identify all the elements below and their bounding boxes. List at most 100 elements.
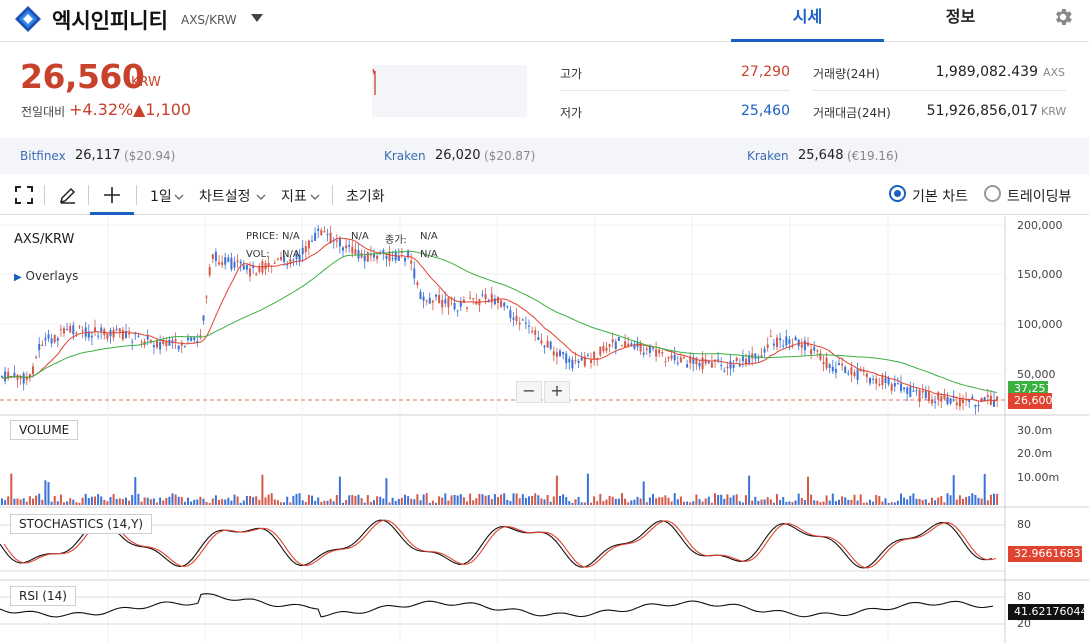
candle-body <box>652 347 654 349</box>
volume-bar <box>993 493 995 505</box>
candle-body <box>41 344 44 346</box>
candle-body <box>515 315 518 322</box>
candle-body <box>962 399 964 404</box>
candle-body <box>121 329 124 340</box>
candle-body <box>906 387 909 394</box>
chevron-down-icon <box>310 194 320 200</box>
chart-canvas[interactable] <box>0 216 1089 643</box>
candle-body <box>912 390 915 392</box>
volume-bar <box>679 496 682 505</box>
candle-body <box>710 362 713 368</box>
volume-bar <box>487 495 490 505</box>
volume-bar <box>227 497 230 505</box>
exchange-name[interactable]: Bitfinex <box>20 149 66 163</box>
candle-body <box>552 351 555 356</box>
basic-chart-radio[interactable] <box>889 185 906 202</box>
candle-body <box>958 397 961 407</box>
volume-bar <box>143 497 146 505</box>
gear-icon[interactable] <box>1052 6 1074 28</box>
candle-body <box>921 390 924 393</box>
zoom-in-button[interactable]: + <box>544 381 570 403</box>
fullscreen-icon[interactable] <box>14 185 34 205</box>
basic-chart-label[interactable]: 기본 차트 <box>912 186 968 206</box>
volume-bar <box>236 496 239 505</box>
reset-button[interactable]: 초기화 <box>346 186 385 206</box>
interval-select[interactable]: 1일 <box>150 186 172 206</box>
crosshair-icon[interactable] <box>102 185 122 205</box>
volume-bar <box>66 501 69 505</box>
volume-bar <box>735 494 738 505</box>
volume-bar <box>617 498 620 505</box>
tab-info[interactable]: 정보 <box>884 0 1037 42</box>
volume-bar <box>4 500 7 505</box>
volume-bar <box>125 497 127 505</box>
candle-body <box>351 246 354 254</box>
change-amount: ▲1,100 <box>133 100 192 119</box>
chart-settings-menu[interactable]: 차트설정 <box>199 186 251 206</box>
pencil-icon[interactable] <box>58 185 78 205</box>
volume-bar <box>478 493 481 505</box>
candle-body <box>900 383 902 392</box>
volume-bar <box>661 497 664 505</box>
volume-bar <box>202 498 205 505</box>
candle-body <box>779 338 782 341</box>
volume-bar <box>431 500 434 505</box>
rsi-panel-label: RSI (14) <box>10 586 76 606</box>
volume-bar <box>621 493 623 505</box>
caret-down-icon[interactable] <box>250 13 264 23</box>
volume-bar <box>776 494 778 505</box>
volume-bar <box>388 502 391 505</box>
volume-bar <box>304 502 307 505</box>
volume-bar <box>338 476 341 505</box>
candle-body <box>174 339 177 342</box>
volume-bar <box>239 502 242 505</box>
tradingview-label[interactable]: 트레이딩뷰 <box>1007 186 1071 206</box>
volume-bar <box>989 494 992 505</box>
candle-body <box>202 315 205 321</box>
volume-bar <box>751 500 754 505</box>
volume-bar <box>329 498 332 505</box>
indicators-menu[interactable]: 지표 <box>281 186 307 206</box>
candle-body <box>428 297 431 304</box>
candle-body <box>50 338 53 344</box>
low-value: 25,460 <box>741 103 790 119</box>
current-price: 26,560 <box>20 57 145 96</box>
coin-name[interactable]: 엑시인피니티 <box>52 5 168 35</box>
candle-body <box>751 353 754 359</box>
tab-price[interactable]: 시세 <box>731 0 884 42</box>
exchange-name[interactable]: Kraken <box>384 149 426 163</box>
volume-bar <box>450 495 453 505</box>
volume-bar <box>524 498 527 505</box>
volume-bar <box>590 502 592 505</box>
exchange-name[interactable]: Kraken <box>747 149 789 163</box>
tradingview-radio[interactable] <box>984 185 1001 202</box>
candle-body <box>354 249 357 254</box>
candle-body <box>227 257 230 262</box>
volume-bar <box>53 495 56 505</box>
candle-body <box>239 261 242 264</box>
candle-body <box>940 396 943 402</box>
volume-bar <box>90 496 93 505</box>
candle-body <box>841 363 844 366</box>
overlays-toggle[interactable]: ▶ Overlays <box>14 269 79 283</box>
volume-bar <box>249 495 251 505</box>
candle-body <box>78 326 81 328</box>
volume-bar <box>109 497 112 505</box>
zoom-out-button[interactable]: − <box>516 381 542 403</box>
candle-body <box>500 300 503 307</box>
volume-bar <box>580 502 583 505</box>
candle-body <box>335 240 338 242</box>
candle-body <box>679 357 682 363</box>
volume-bar <box>400 497 403 505</box>
candle-body <box>831 366 834 372</box>
candle-body <box>754 353 757 359</box>
candle-body <box>345 245 348 249</box>
candle-body <box>422 296 425 301</box>
volume-bar <box>509 500 512 505</box>
rsi-value-tag: 41.62176044 <box>1008 604 1087 620</box>
candle-body <box>590 360 592 363</box>
volume-value: 1,989,082.439 <box>935 64 1038 80</box>
volume-bar <box>754 496 757 505</box>
chart-area[interactable]: AXS/KRW ▶ Overlays PRICE: N/A N/A 종가: N/… <box>0 216 1089 643</box>
volume-bar <box>357 494 360 505</box>
